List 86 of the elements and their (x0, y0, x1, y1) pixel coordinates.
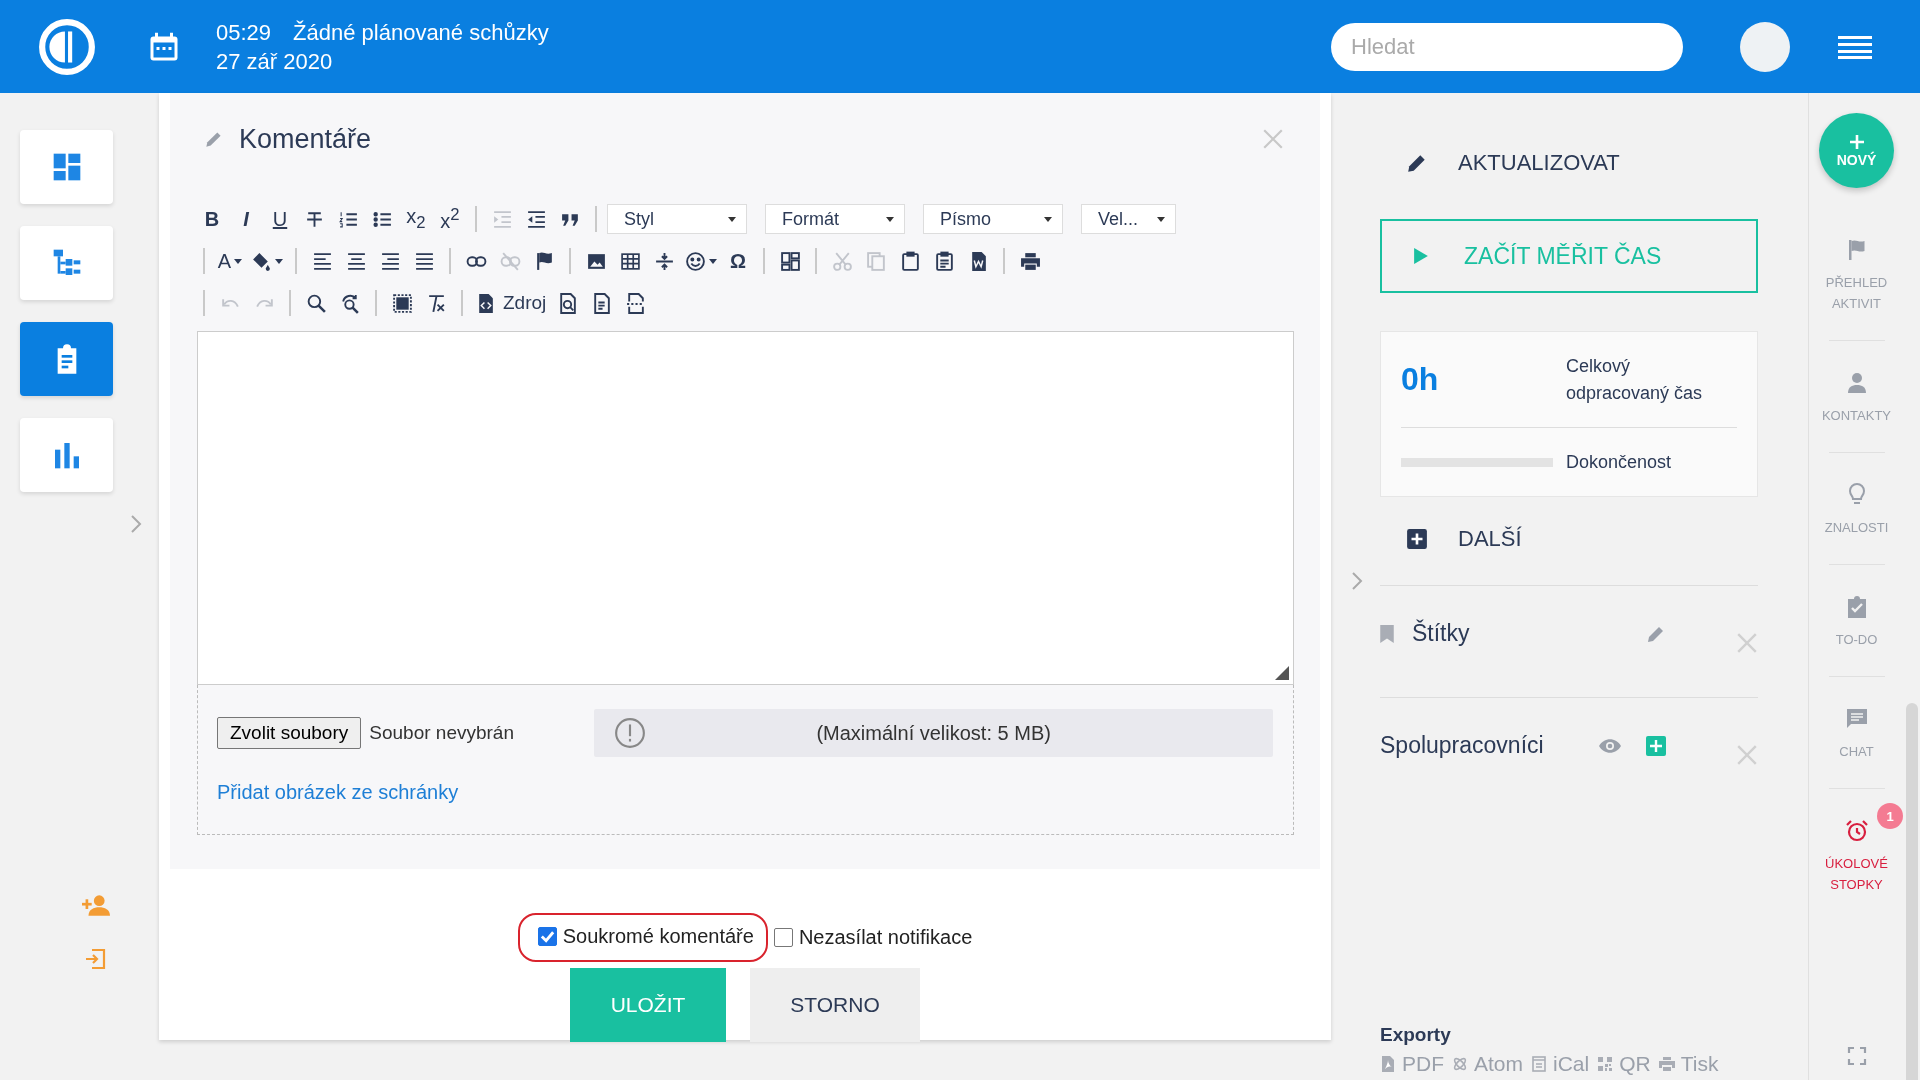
print-icon (1019, 250, 1041, 272)
paste-image-link[interactable]: Přidat obrázek ze schránky (217, 781, 459, 804)
caret-icon (709, 258, 717, 264)
source-button[interactable]: Zdroj (473, 287, 549, 319)
bucket-icon (251, 250, 272, 272)
caret-icon (275, 258, 283, 264)
caret-icon (1044, 216, 1052, 222)
pdf-icon (1380, 1056, 1396, 1072)
copy-icon (865, 250, 887, 272)
clock-time: 05:29 (216, 19, 272, 45)
play-icon (1414, 248, 1428, 264)
notification-badge: 1 (1877, 803, 1903, 829)
bold-button[interactable]: B (197, 203, 227, 235)
update-button[interactable]: AKTUALIZOVAT (1380, 143, 1620, 183)
caret-icon (728, 216, 736, 222)
toolbar-dropdown[interactable]: Vel... (1081, 204, 1176, 234)
scrollbar[interactable] (1906, 703, 1918, 1080)
toolbar-dropdown[interactable]: Styl (607, 204, 747, 234)
toolbar-dropdown[interactable]: Písmo (923, 204, 1063, 234)
subscript-button[interactable]: x$_{2}$ (401, 203, 431, 235)
chat-icon (1844, 707, 1869, 731)
tree-nav-button[interactable] (20, 226, 113, 300)
menu-icon[interactable] (1838, 34, 1872, 59)
editor-title: Komentáře (239, 123, 372, 155)
align-center-icon (345, 250, 367, 272)
file-status-text: Soubor nevybrán (369, 722, 515, 744)
checkbox[interactable] (537, 927, 557, 946)
align-left-icon (311, 250, 333, 272)
unlink-icon (499, 250, 521, 272)
clipboard-nav-button[interactable] (20, 322, 113, 396)
size-limit-text: (Maximální velikost: 5 MB) (815, 721, 1052, 745)
caret-icon (234, 258, 243, 264)
choose-files-button[interactable]: Zvolit soubory (217, 717, 362, 749)
superscript-button[interactable]: x$^{2}$ (435, 203, 465, 235)
avatar[interactable] (1740, 21, 1790, 72)
caret-icon (886, 216, 894, 222)
plus-icon (1848, 133, 1865, 150)
calendar-icon (1531, 1056, 1547, 1072)
justify-icon (413, 250, 435, 272)
section-title: Spolupracovníci (1380, 732, 1544, 759)
paste-icon (899, 250, 921, 272)
more-button[interactable]: DALŠÍ (1380, 519, 1522, 559)
section-title: Štítky (1412, 620, 1470, 647)
search-icon (305, 292, 327, 314)
page-break-icon (624, 292, 646, 314)
replace-icon (339, 292, 361, 314)
search-field[interactable]: Hledat (1331, 22, 1683, 71)
dashboard-nav-button[interactable] (20, 130, 113, 204)
outdent-icon (491, 208, 513, 230)
warning-icon (614, 717, 647, 749)
pencil-icon (1406, 152, 1428, 174)
checkbox-label: Nezasílat notifikace (798, 926, 973, 949)
hours-label: Celkový odpracovaný čas (1566, 354, 1704, 405)
chart-nav-button[interactable] (20, 418, 113, 492)
select-all-icon (391, 292, 413, 314)
paste-text-icon (933, 250, 955, 272)
meetings-text: Žádné plánované schůzky (293, 19, 549, 45)
text-color-button[interactable]: A (215, 245, 245, 277)
smiley-icon (685, 250, 706, 272)
checkbox-label: Soukromé komentáře (562, 925, 754, 948)
omega-button[interactable]: Ω (723, 245, 753, 277)
rule-icon (653, 250, 675, 272)
toolbar-dropdown[interactable]: Formát (765, 204, 905, 234)
table-icon (619, 250, 641, 272)
qr-icon (1597, 1056, 1614, 1072)
atom-icon (1452, 1056, 1468, 1072)
blocks-icon (779, 250, 801, 272)
logo-icon[interactable] (38, 17, 96, 76)
plus-square-icon (1406, 528, 1428, 550)
bookmark-icon (1380, 624, 1394, 643)
cancel-button[interactable]: STORNO (750, 968, 920, 1042)
indent-icon (525, 208, 547, 230)
resize-handle-icon[interactable] (1275, 666, 1289, 680)
date-text: 27 zář 2020 (216, 47, 334, 76)
progress-label: Dokončenost (1566, 450, 1673, 474)
align-right-icon (379, 250, 401, 272)
hours-value: 0h (1401, 361, 1440, 398)
cut-icon (831, 250, 853, 272)
italic-button[interactable]: I (231, 203, 261, 235)
checkbox[interactable] (773, 928, 793, 947)
caret-icon (1157, 216, 1165, 222)
alarm-icon (1844, 819, 1869, 843)
underline-button[interactable]: U (265, 203, 295, 235)
print-icon (1658, 1056, 1675, 1072)
exports-heading: Exporty (1380, 1024, 1452, 1046)
alarm-rail-item[interactable]: ÚKOLOVÉ STOPKY 1 (1810, 789, 1903, 921)
